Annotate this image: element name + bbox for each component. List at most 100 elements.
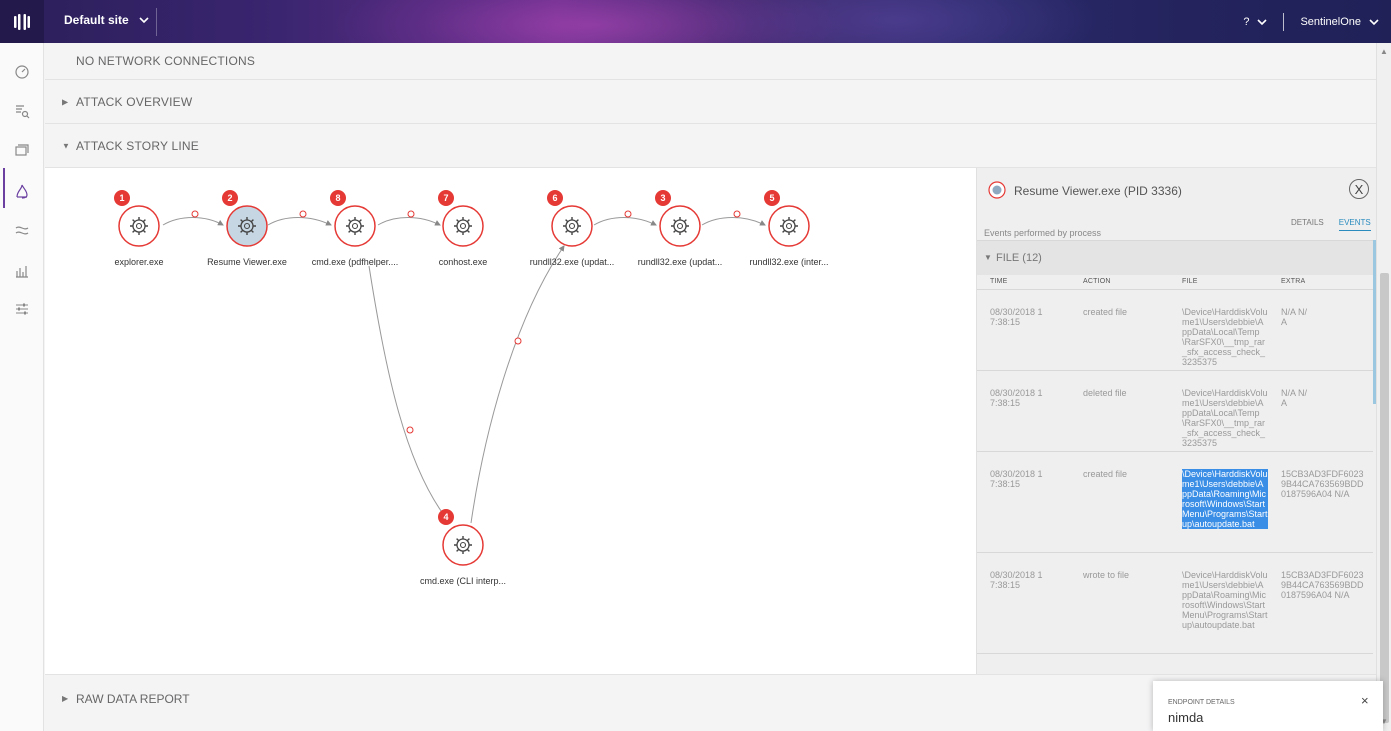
node-label: cmd.exe (pdfhelper.... [311, 257, 399, 267]
close-panel-button[interactable]: X [1349, 179, 1369, 199]
reports-icon[interactable] [12, 261, 32, 281]
attack-story-line-label: ATTACK STORY LINE [76, 138, 199, 153]
page-scrollbar[interactable]: ▲ ▼ [1376, 43, 1391, 731]
column-header-time[interactable]: TIME [990, 278, 1008, 285]
panel-subtitle: Events performed by process [984, 228, 1102, 238]
event-action: deleted file [1083, 388, 1127, 398]
gear-icon [442, 205, 484, 247]
node-label: explorer.exe [114, 257, 164, 267]
gear-icon [334, 205, 376, 247]
dashboard-icon[interactable] [12, 61, 32, 81]
process-node-selected[interactable]: 2 [222, 190, 268, 247]
panel-title: Resume Viewer.exe (PID 3336) [1014, 184, 1182, 198]
caret-down-icon: ▼ [984, 253, 992, 262]
event-extra: 15CB3AD3FDF60239B44CA763569BDD0187596A04… [1281, 469, 1364, 499]
event-time: 08/30/2018 17:38:15 [990, 469, 1043, 489]
column-header-extra[interactable]: EXTRA [1281, 278, 1305, 285]
close-icon[interactable]: × [1361, 693, 1369, 708]
event-extra: 15CB3AD3FDF60239B44CA763569BDD0187596A04… [1281, 570, 1364, 600]
scroll-up-icon[interactable]: ▲ [1380, 47, 1388, 56]
activity-icon[interactable] [12, 221, 32, 241]
table-row[interactable]: 08/30/2018 17:38:15 created file \Device… [977, 290, 1373, 371]
chevron-down-icon [139, 17, 149, 24]
close-icon: X [1354, 181, 1364, 197]
node-label: Resume Viewer.exe [207, 257, 287, 267]
table-row[interactable]: 08/30/2018 17:38:15 created file \Device… [977, 452, 1373, 553]
node-label: rundll32.exe (updat... [529, 257, 615, 267]
node-label: rundll32.exe (updat... [637, 257, 723, 267]
scrollbar-thumb[interactable] [1380, 273, 1389, 723]
account-menu[interactable]: SentinelOne [1300, 16, 1379, 28]
settings-sliders-icon[interactable] [12, 299, 32, 319]
network-connections-row: NO NETWORK CONNECTIONS [45, 43, 1376, 80]
event-time: 08/30/2018 17:38:15 [990, 307, 1043, 327]
network-connections-label: NO NETWORK CONNECTIONS [76, 54, 256, 68]
process-node[interactable]: 7 [438, 190, 484, 247]
help-icon: ? [1243, 16, 1250, 28]
attack-overview-row[interactable]: ▶ ATTACK OVERVIEW [45, 80, 1376, 124]
gear-icon [118, 205, 160, 247]
table-row[interactable]: 08/30/2018 17:38:15 deleted file \Device… [977, 371, 1373, 452]
sidebar [0, 43, 44, 731]
sentinelone-logo-icon[interactable] [0, 0, 44, 43]
event-file: \Device\HarddiskVolume1\Users\debbie\App… [1182, 570, 1268, 630]
search-icon[interactable] [12, 101, 32, 121]
endpoint-details-popup: ENDPOINT DETAILS nimda × [1153, 681, 1383, 731]
event-action: created file [1083, 307, 1128, 317]
tab-events[interactable]: EVENTS [1338, 218, 1371, 231]
site-selector-label: Default site [64, 13, 129, 27]
process-node[interactable]: 3 [655, 190, 701, 247]
process-node[interactable]: 4 [438, 509, 484, 566]
process-node[interactable]: 8 [330, 190, 376, 247]
process-icon [988, 181, 1006, 199]
event-time: 08/30/2018 17:38:15 [990, 570, 1043, 590]
gear-icon [226, 205, 268, 247]
event-time: 08/30/2018 17:38:15 [990, 388, 1043, 408]
node-label: cmd.exe (CLI interp... [419, 576, 507, 586]
gear-icon [442, 524, 484, 566]
gear-icon [659, 205, 701, 247]
chevron-down-icon [1257, 19, 1268, 26]
attack-story-line-row[interactable]: ▼ ATTACK STORY LINE [45, 124, 1376, 168]
node-badge: 2 [222, 190, 238, 206]
node-badge: 1 [114, 190, 130, 206]
tab-details[interactable]: DETAILS [1291, 218, 1324, 231]
event-file-selected[interactable]: \Device\HarddiskVolume1\Users\debbie\App… [1182, 469, 1268, 529]
story-line-graph: 1 2 8 7 6 3 5 4 explorer.exe Resume View… [45, 168, 976, 674]
node-badge: 5 [764, 190, 780, 206]
caret-right-icon: ▶ [62, 97, 69, 106]
help-menu[interactable]: ? [1243, 16, 1268, 28]
event-extra: N/A N/A [1281, 307, 1308, 327]
process-node[interactable]: 6 [547, 190, 593, 247]
gear-icon [551, 205, 593, 247]
endpoint-name: nimda [1168, 710, 1204, 725]
site-selector[interactable]: Default site [64, 13, 149, 27]
node-badge: 7 [438, 190, 454, 206]
file-group-header[interactable]: ▼ FILE (12) [977, 241, 1373, 275]
attack-overview-label: ATTACK OVERVIEW [76, 94, 193, 109]
event-file: \Device\HarddiskVolume1\Users\debbie\App… [1182, 388, 1268, 448]
threats-icon[interactable] [12, 181, 32, 201]
file-group-label: FILE (12) [996, 252, 1042, 264]
node-badge: 3 [655, 190, 671, 206]
account-name: SentinelOne [1300, 16, 1361, 28]
caret-down-icon: ▼ [62, 141, 71, 150]
process-details-panel: Resume Viewer.exe (PID 3336) X DETAILS E… [976, 168, 1376, 674]
column-header-action[interactable]: ACTION [1083, 278, 1111, 285]
node-badge: 6 [547, 190, 563, 206]
column-header-file[interactable]: FILE [1182, 278, 1198, 285]
endpoints-icon[interactable] [12, 141, 32, 161]
main-content: NO NETWORK CONNECTIONS ▶ ATTACK OVERVIEW… [45, 43, 1376, 731]
top-bar: Default site ? SentinelOne [0, 0, 1391, 43]
event-file: \Device\HarddiskVolume1\Users\debbie\App… [1182, 307, 1268, 367]
caret-right-icon: ▶ [62, 694, 69, 703]
raw-data-report-label: RAW DATA REPORT [76, 692, 190, 706]
event-action: wrote to file [1083, 570, 1130, 580]
event-extra: N/A N/A [1281, 388, 1308, 408]
table-row[interactable]: 08/30/2018 17:38:15 wrote to file \Devic… [977, 553, 1373, 654]
node-badge: 8 [330, 190, 346, 206]
process-node[interactable]: 5 [764, 190, 810, 247]
node-label: rundll32.exe (inter... [749, 257, 829, 267]
event-action: created file [1083, 469, 1128, 479]
process-node[interactable]: 1 [114, 190, 160, 247]
